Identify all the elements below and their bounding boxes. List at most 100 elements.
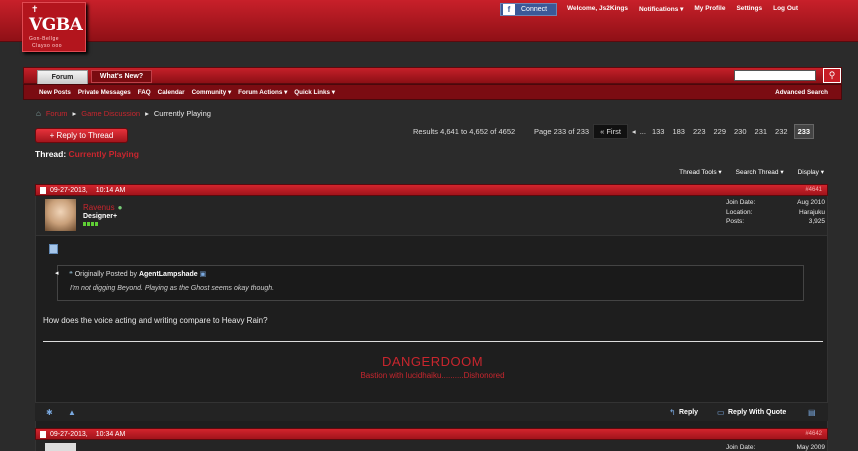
post-time: 10:34 AM: [95, 430, 126, 438]
page-link[interactable]: 133: [650, 125, 667, 138]
breadcrumb-game-discussion[interactable]: Game Discussion: [81, 109, 140, 118]
reply-to-thread-button[interactable]: + Reply to Thread: [35, 128, 128, 143]
join-date-value: Aug 2010: [797, 199, 825, 206]
page-link[interactable]: 231: [753, 125, 770, 138]
community-menu[interactable]: Community ▾: [192, 89, 232, 96]
report-icon[interactable]: ▲: [68, 408, 76, 417]
pager-ellipsis: ...: [639, 127, 646, 136]
page-link[interactable]: 223: [691, 125, 708, 138]
chevron-right-icon: ▸: [72, 109, 77, 118]
post-username[interactable]: Ravenus ●: [83, 203, 122, 212]
logo-tagline: Gon-Bellge: [29, 36, 60, 42]
chevron-right-icon: ▸: [145, 109, 149, 118]
post-body: Ravenus ● Designer+ Join Date: Aug 2010 Lo…: [35, 196, 828, 429]
star-icon[interactable]: ✱: [46, 408, 53, 417]
post-time: 10:14 AM: [95, 186, 126, 194]
join-date-label: Join Date:: [726, 199, 756, 206]
new-posts-link[interactable]: New Posts: [39, 89, 71, 96]
post-header: 09-27-2013, 10:34 AM #4642: [35, 428, 828, 440]
join-date-label: Join Date:: [726, 444, 756, 451]
view-post-icon[interactable]: ▣: [200, 271, 207, 278]
avatar[interactable]: [45, 199, 76, 231]
post-number[interactable]: #4641: [805, 187, 822, 193]
prev-page-icon[interactable]: ◂: [632, 127, 636, 136]
my-profile-link[interactable]: My Profile: [694, 5, 725, 13]
calendar-link[interactable]: Calendar: [158, 89, 185, 96]
reply-link[interactable]: Reply: [679, 409, 698, 416]
thread-toolbar: Thread Tools ▾ Search Thread ▾ Display ▾: [679, 168, 824, 176]
search-input[interactable]: [734, 70, 816, 81]
breadcrumb-current: Currently Playing: [153, 109, 211, 118]
signature-title: DANGERDOOM: [381, 354, 484, 369]
tab-whats-new[interactable]: What's New?: [91, 70, 152, 83]
thread-tools-menu[interactable]: Thread Tools ▾: [679, 168, 722, 176]
navbar: Forum What's New? ⚲ New Posts Private Me…: [23, 67, 842, 100]
user-stats: Join Date: May 2009: [726, 444, 825, 451]
quick-links-menu[interactable]: Quick Links ▾: [294, 89, 335, 96]
quote-prefix: Originally Posted by: [74, 271, 137, 278]
navbar-tabs: Forum What's New? ⚲: [23, 67, 842, 85]
post-number[interactable]: #4642: [805, 431, 822, 437]
post-body: Join Date: May 2009: [35, 440, 828, 451]
search-icon: ⚲: [828, 70, 836, 80]
user-info-bar: Ravenus ● Designer+ Join Date: Aug 2010 Lo…: [36, 196, 827, 236]
advanced-search-link[interactable]: Advanced Search: [775, 89, 828, 96]
quote-author: AgentLampshade: [138, 271, 198, 278]
site-logo[interactable]: ✝ VGBA Gon-Bellge Clayso ooo: [22, 2, 86, 52]
page-info[interactable]: Page 233 of 233: [534, 127, 589, 136]
quote-header: ❝ Originally Posted by AgentLampshade ▣: [69, 270, 206, 278]
home-icon[interactable]: ⌂: [36, 109, 41, 118]
post-footer: ✱ ▲ ↰ Reply ▭ Reply With Quote ▤: [35, 402, 828, 421]
post-document-icon: [49, 244, 58, 254]
post-header: 09-27-2013, 10:14 AM #4641: [35, 184, 828, 196]
logo-tagline: Clayso ooo: [32, 43, 63, 49]
location-label: Location:: [726, 208, 753, 216]
faq-link[interactable]: FAQ: [138, 89, 151, 96]
posts-label: Posts:: [726, 218, 745, 225]
post-date: 09-27-2013,: [50, 186, 88, 194]
connect-label: Connect: [521, 6, 548, 13]
page-link[interactable]: 230: [732, 125, 749, 138]
private-messages-link[interactable]: Private Messages: [78, 89, 131, 96]
facebook-connect-button[interactable]: f Connect: [500, 3, 557, 16]
thread-title-link[interactable]: Currently Playing: [69, 149, 139, 159]
quote-text: I'm not digging Beyond. Playing as the G…: [70, 285, 275, 292]
page-link[interactable]: 229: [712, 125, 729, 138]
thread-label: Thread:: [35, 149, 67, 159]
reputation-bar: [83, 222, 98, 226]
cross-icon: ✝: [31, 5, 39, 15]
multi-quote-icon[interactable]: ▤: [808, 408, 816, 417]
avatar[interactable]: [45, 443, 76, 451]
double-chevron-left-icon: «: [600, 127, 605, 136]
quote-block: ◂ ❝ Originally Posted by AgentLampshade …: [55, 265, 804, 301]
thread-title: Thread: Currently Playing: [35, 149, 139, 159]
current-page: 233: [793, 124, 815, 139]
user-title: Designer+: [83, 213, 118, 220]
first-label: First: [606, 127, 621, 136]
post-date-icon: [40, 186, 46, 194]
notifications-menu[interactable]: Notifications ▾: [639, 5, 683, 13]
reply-with-quote-link[interactable]: Reply With Quote: [728, 409, 786, 416]
forum-actions-menu[interactable]: Forum Actions ▾: [238, 89, 287, 96]
username-link[interactable]: Js2Kings: [599, 5, 628, 12]
pagination: Page 233 of 233 « First ◂ ... 133 183 22…: [534, 124, 815, 139]
user-links: Welcome, Js2Kings Notifications ▾ My Pro…: [567, 5, 798, 13]
posts-value: 3,925: [808, 218, 825, 225]
page-link[interactable]: 232: [773, 125, 790, 138]
settings-link[interactable]: Settings: [736, 5, 762, 13]
post-message: How does the voice acting and writing co…: [43, 316, 268, 325]
tab-forum[interactable]: Forum: [37, 70, 88, 85]
breadcrumb-forum[interactable]: Forum: [46, 109, 68, 118]
search-button[interactable]: ⚲: [823, 68, 841, 83]
username-text: Ravenus: [83, 203, 115, 212]
location-value: Harajuku: [798, 208, 825, 216]
breadcrumb: ⌂ Forum ▸ Game Discussion ▸ Currently Pl…: [36, 109, 211, 118]
user-stats: Join Date: Aug 2010 Location: Harajuku Pos…: [726, 198, 825, 227]
log-out-link[interactable]: Log Out: [773, 5, 798, 13]
page-link[interactable]: 183: [670, 125, 687, 138]
online-status-icon: ●: [117, 203, 123, 212]
search-thread-menu[interactable]: Search Thread ▾: [736, 168, 784, 176]
display-menu[interactable]: Display ▾: [798, 168, 824, 176]
first-page-link[interactable]: « First: [593, 124, 628, 139]
signature-subtitle: Bastion with lucidhaiku..........Dishono…: [360, 371, 505, 380]
